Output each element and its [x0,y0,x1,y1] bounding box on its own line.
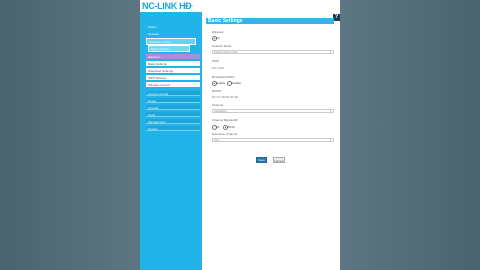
network-mode-select[interactable]: 11b/g/n mixed mode ▼ [212,50,334,54]
bandwidth-20-text: 20 [216,125,220,129]
channel-bandwidth-label: Channel Bandwidth [212,118,239,122]
brand-logo-sub: tech [185,3,193,8]
sidebar-item-wireless[interactable]: Wireless [146,54,200,59]
save-button[interactable]: Save [256,157,267,163]
sidebar-item-wireless-setting[interactable]: Wireless Setting [146,38,196,45]
chevron-down-icon: ▼ [329,51,332,54]
bssid-value: 00:1C:A8:3D:0F:2E [212,95,239,99]
sidebar-item-wireless-control[interactable]: Wireless Control [146,82,200,87]
sidebar-item-label: Route [148,99,157,103]
right-letterbox [340,0,480,270]
sidebar: Status Network Wireless Setting Basic Se… [140,12,202,270]
sidebar-item-label: Status [148,25,157,29]
channel-select[interactable]: AutoSelect ▼ [212,109,334,113]
sidebar-item-management[interactable]: Management [146,119,200,124]
network-mode-value: 11b/g/n mixed mode [214,51,238,54]
page-title: Basic Settings [208,18,243,24]
broadcast-ssid-label: Broadcast(SSID) [212,75,235,79]
sidebar-item-basic-setting[interactable]: Basic Setting [148,45,190,52]
header: NC-LINK HD tech [140,0,340,12]
sidebar-item-basic-settings[interactable]: Basic Settings [146,61,200,66]
broadcast-enable-text: Enable [216,81,226,85]
extension-channel-select[interactable]: Auto ▼ [212,138,334,142]
sidebar-item-label: Management [148,120,166,124]
sidebar-item-tools[interactable]: Tools [146,112,200,117]
sidebar-item-label: Wireless Setting [149,40,171,44]
network-mode-label: Network Mode [212,44,232,48]
broadcast-disable-text: Disable [231,81,242,85]
sidebar-item-label: Access Control [148,92,169,96]
channel-value: AutoSelect [214,110,227,113]
sidebar-item-system[interactable]: System [146,126,200,131]
chevron-down-icon: ▼ [329,110,332,113]
sidebar-item-label: WPS Settings [148,76,167,80]
sidebar-item-label: Wireless [148,55,160,59]
sidebar-item-route[interactable]: Route [146,98,200,103]
wireless-label: Wireless [212,30,224,34]
sidebar-item-label: Advanced Settings [148,69,174,73]
channel-label: Channel [212,103,224,107]
sidebar-item-label: Wireless Control [148,83,171,87]
sidebar-item-label: System [148,127,159,131]
ssid-label: SSID [212,59,220,63]
ssid-value[interactable]: NC-LINK [212,66,224,70]
sidebar-item-advanced-settings[interactable]: Advanced Settings [146,68,200,73]
wireless-on-text: On [216,36,221,40]
sidebar-item-firewall[interactable]: Firewall [146,105,200,110]
sidebar-item-access-control[interactable]: Access Control [146,91,200,96]
section-title-bar: Basic Settings [206,18,334,24]
sidebar-item-wps-settings[interactable]: WPS Settings [146,75,200,80]
router-admin-page: NC-LINK HD tech ? Status Network Wireles… [140,0,340,270]
bandwidth-20-40-text: 20/40 [227,125,235,129]
extension-channel-label: Extension Channel [212,132,238,136]
sidebar-item-label: Basic Settings [148,62,168,66]
bssid-label: BSSID [212,89,222,93]
sidebar-item-label: Firewall [148,106,159,110]
sidebar-item-label: Tools [148,113,156,117]
help-button[interactable]: ? [333,14,340,21]
sidebar-item-label: Basic Setting [151,47,169,51]
extension-channel-value: Auto [214,139,220,142]
cancel-button[interactable]: Cancel [273,157,285,163]
sidebar-item-label: Network [148,32,160,36]
chevron-down-icon: ▼ [329,139,332,142]
left-letterbox [0,0,140,270]
